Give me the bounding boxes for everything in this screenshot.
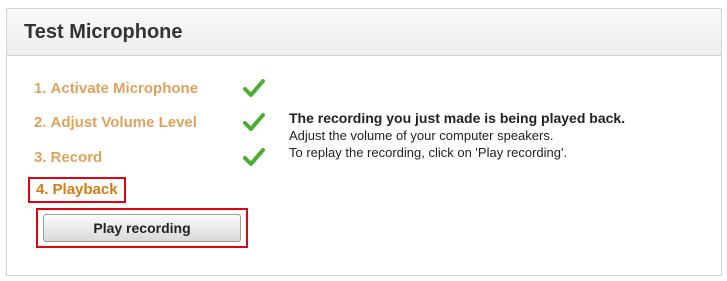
message-line-volume: Adjust the volume of your computer speak… <box>289 128 554 143</box>
message-title: The recording you just made is being pla… <box>289 110 626 126</box>
step-activate-microphone: 1. Activate Microphone <box>34 80 198 97</box>
step-label: Record <box>50 149 103 166</box>
step-adjust-volume-level: 2. Adjust Volume Level <box>34 114 197 131</box>
panel-header: Test Microphone <box>7 9 721 56</box>
panel-title: Test Microphone <box>24 21 183 43</box>
step-record: 3. Record <box>34 149 102 166</box>
step-number: 4. <box>36 181 49 198</box>
step-label: Playback <box>52 181 118 198</box>
checkmark-icon <box>243 79 265 97</box>
checkmark-icon <box>243 113 265 131</box>
step-label: Adjust Volume Level <box>50 114 197 131</box>
step-label: Activate Microphone <box>50 80 199 97</box>
step-number: 1. <box>34 80 47 97</box>
play-recording-highlight: Play recording <box>36 208 248 248</box>
step-playback: 4. Playback <box>28 177 126 203</box>
test-microphone-panel: Test Microphone 1. Activate Microphone 2.… <box>6 8 722 276</box>
step-number: 3. <box>34 149 47 166</box>
checkmark-icon <box>243 148 265 166</box>
message-line-replay: To replay the recording, click on 'Play … <box>289 145 568 160</box>
step-number: 2. <box>34 114 47 131</box>
playback-message: The recording you just made is being pla… <box>289 110 625 160</box>
play-recording-button[interactable]: Play recording <box>43 214 241 242</box>
